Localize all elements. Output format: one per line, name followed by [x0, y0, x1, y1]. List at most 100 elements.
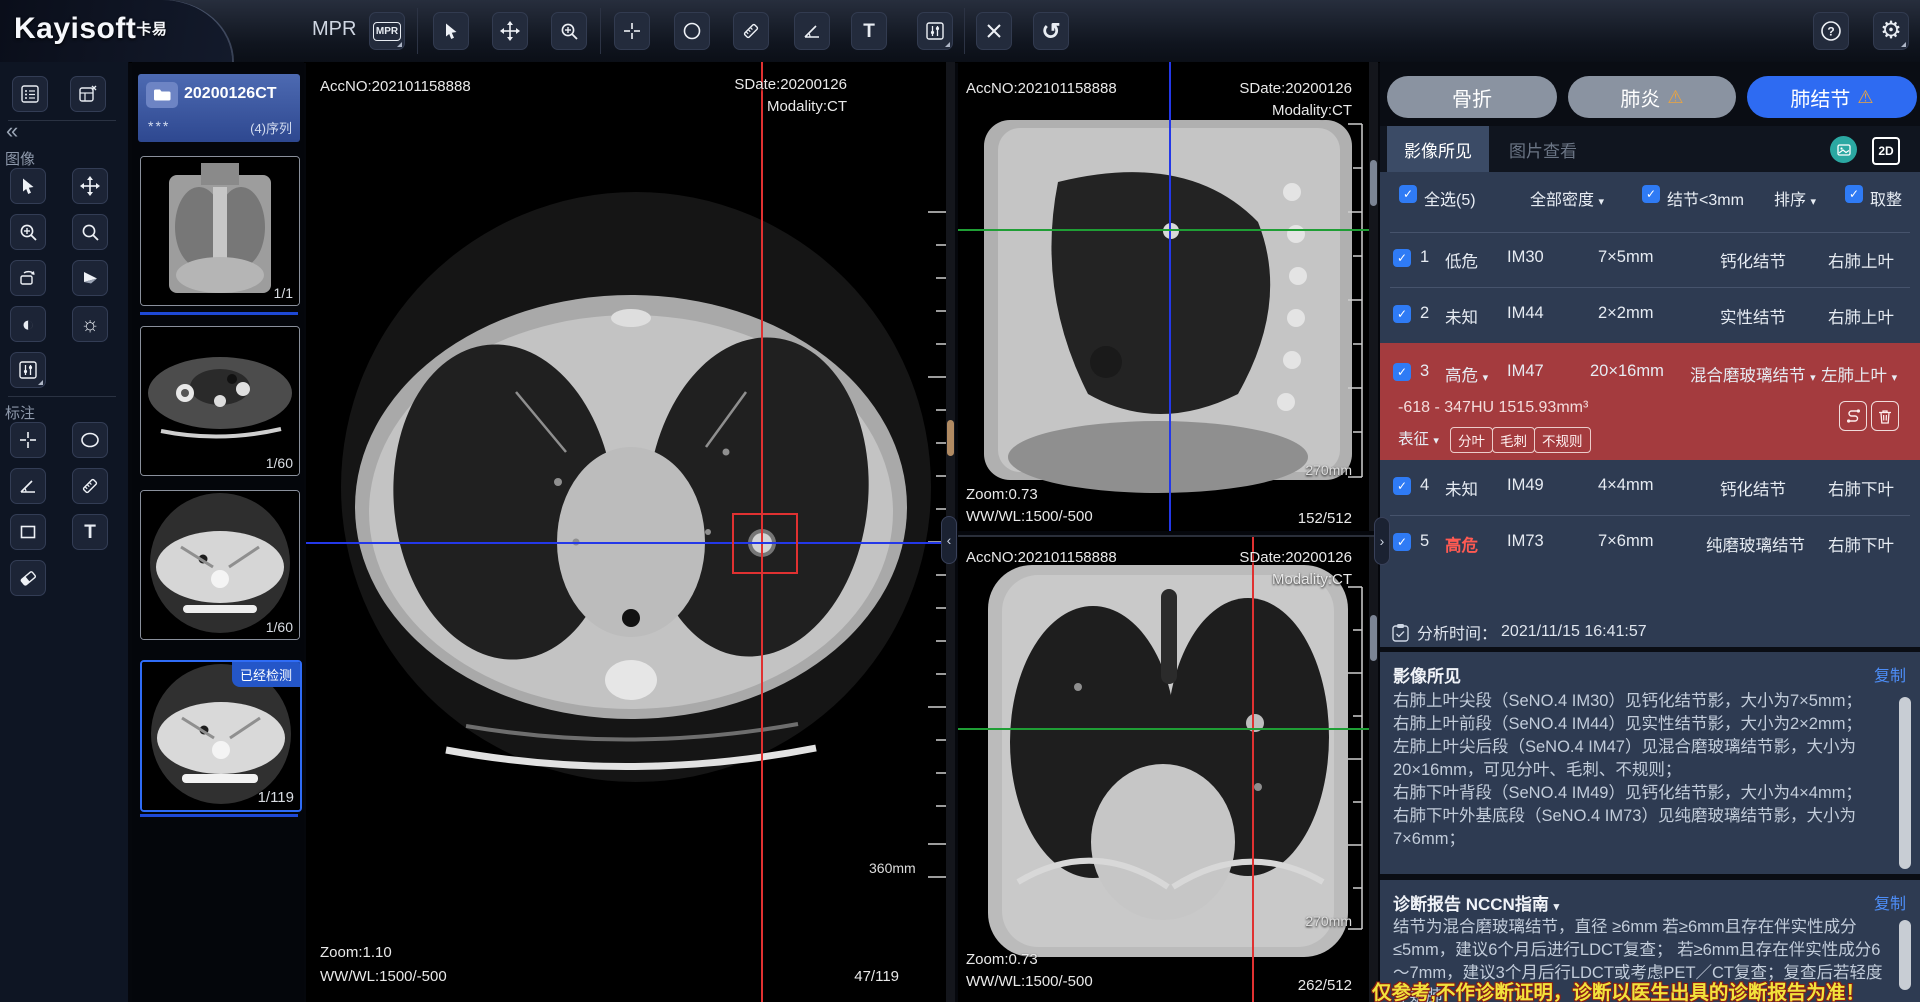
- collapse-viewport-handle[interactable]: ‹: [941, 516, 957, 564]
- expand-panel-handle[interactable]: ›: [1374, 517, 1390, 565]
- nodule-no: 5: [1420, 532, 1429, 551]
- feature-dropdown[interactable]: 表征 ▾: [1398, 427, 1439, 449]
- anno-crosshair-button[interactable]: [10, 422, 46, 458]
- nodule-location: 右肺上叶: [1828, 304, 1894, 328]
- nodule-roi-box[interactable]: [732, 513, 798, 574]
- findings-copy-link[interactable]: 复制: [1874, 662, 1906, 686]
- img-rotate-button[interactable]: [10, 260, 46, 296]
- tab-fracture[interactable]: 骨折: [1387, 76, 1557, 118]
- coronal-slice-scrollbar[interactable]: [1369, 537, 1378, 1002]
- finding-line: 右肺上叶尖段（SeNO.4 IM30）见钙化结节影，大小为7×5mm；: [1393, 690, 1885, 713]
- 2d-toggle-button[interactable]: 2D: [1872, 137, 1900, 165]
- img-window-level-button[interactable]: [10, 352, 46, 388]
- delete-annotation-button[interactable]: [976, 12, 1012, 50]
- nodule-row-4[interactable]: ✓ 4 未知 IM49 4×4mm 钙化结节 右肺下叶: [1380, 460, 1920, 515]
- nodule-size: 7×6mm: [1598, 532, 1653, 551]
- layout-close-button[interactable]: [70, 76, 106, 112]
- crosshair-tool-button[interactable]: [614, 12, 650, 50]
- small-nodule-label[interactable]: 结节<3mm: [1667, 186, 1744, 210]
- reset-button[interactable]: ↺: [1033, 12, 1069, 50]
- delete-nodule-button[interactable]: [1871, 401, 1899, 431]
- img-zoom-in-button[interactable]: [10, 214, 46, 250]
- round-checkbox[interactable]: ✓: [1845, 185, 1863, 203]
- coronal-slice-scroll-thumb[interactable]: [1370, 615, 1377, 661]
- text-tool-button[interactable]: T: [851, 12, 887, 50]
- nodule-row-5[interactable]: ✓ 5 高危 IM73 7×6mm 纯磨玻璃结节 右肺下叶: [1380, 516, 1920, 571]
- nodule-row-1[interactable]: ✓ 1 低危 IM30 7×5mm 钙化结节 右肺上叶: [1380, 232, 1920, 287]
- nodule-location-dropdown[interactable]: 左肺上叶 ▾: [1821, 362, 1897, 386]
- thumbnail-series-3[interactable]: 1/60: [140, 490, 300, 640]
- report-copy-link[interactable]: 复制: [1874, 890, 1906, 914]
- sagittal-ruler-label: 270mm: [1305, 462, 1352, 478]
- layout-close-icon: [78, 84, 98, 104]
- row-checkbox[interactable]: ✓: [1393, 249, 1411, 267]
- thumbnail-series-4-selected[interactable]: 已经检测 1/119: [140, 660, 302, 812]
- thumbnail-series-2[interactable]: 1/60: [140, 326, 300, 476]
- nodule-row-3-selected[interactable]: ✓ 3 高危 ▾ IM47 20×16mm 混合磨玻璃结节 ▾ 左肺上叶 ▾ -…: [1380, 343, 1920, 460]
- round-label[interactable]: 取整: [1870, 186, 1902, 210]
- thumbnail-scout[interactable]: 1/1: [140, 156, 300, 306]
- tab-pneumonia[interactable]: 肺炎 ⚠: [1568, 76, 1736, 118]
- report-scroll-thumb[interactable]: [1899, 920, 1911, 990]
- ruler-tool-button[interactable]: [733, 12, 769, 50]
- locate-nodule-button[interactable]: [1839, 401, 1867, 431]
- coronal-ct-image: [958, 537, 1378, 1002]
- img-play-button[interactable]: [72, 260, 108, 296]
- series-header[interactable]: 20200126CT *** (4)序列: [138, 74, 300, 142]
- circle-icon: [682, 21, 702, 41]
- finding-line: 右肺下叶背段（SeNO.4 IM49）见钙化结节影，大小为4×4mm；: [1393, 782, 1885, 805]
- mpr-layout-button[interactable]: MPR: [369, 12, 405, 50]
- nodule-type-dropdown[interactable]: 混合磨玻璃结节 ▾: [1690, 362, 1816, 386]
- caret-down-icon: ▾: [1892, 372, 1898, 384]
- axial-viewport[interactable]: AccNO:202101158888 SDate:20200126 Modali…: [306, 62, 955, 1002]
- help-button[interactable]: ?: [1813, 12, 1849, 50]
- density-filter-dropdown[interactable]: 全部密度 ▾: [1530, 186, 1604, 210]
- anno-ruler-button[interactable]: [72, 468, 108, 504]
- select-all-checkbox[interactable]: ✓: [1399, 185, 1417, 203]
- coronal-viewport[interactable]: AccNO:202101158888 SDate:20200126 Modali…: [958, 535, 1378, 1002]
- select-all-label[interactable]: 全选(5): [1424, 186, 1476, 210]
- subtab-image-view[interactable]: 图片查看: [1498, 126, 1588, 172]
- window-level-button[interactable]: [917, 12, 953, 50]
- settings-button[interactable]: ⚙: [1873, 12, 1909, 50]
- study-title: 20200126CT: [184, 85, 277, 103]
- row-checkbox[interactable]: ✓: [1393, 533, 1411, 551]
- report-image-button[interactable]: [1830, 136, 1857, 163]
- layout-list-button[interactable]: [12, 76, 48, 112]
- folder-button[interactable]: [146, 82, 178, 108]
- img-magnify-button[interactable]: [72, 214, 108, 250]
- angle-tool-button[interactable]: [794, 12, 830, 50]
- row-checkbox[interactable]: ✓: [1393, 363, 1411, 381]
- sagittal-slice-scroll-thumb[interactable]: [1370, 160, 1377, 206]
- anno-ellipse-button[interactable]: [72, 422, 108, 458]
- img-pointer-button[interactable]: [10, 168, 46, 204]
- img-invert-button[interactable]: ◐: [10, 306, 46, 342]
- row-checkbox[interactable]: ✓: [1393, 477, 1411, 495]
- pan-tool-button[interactable]: [492, 12, 528, 50]
- tab-lung-nodule-active[interactable]: 肺结节 ⚠: [1747, 76, 1917, 118]
- nodule-row-2[interactable]: ✓ 2 未知 IM44 2×2mm 实性结节 右肺上叶: [1380, 288, 1920, 343]
- img-brightness-button[interactable]: ☼: [72, 306, 108, 342]
- nodule-no: 3: [1420, 362, 1429, 381]
- report-title-dropdown[interactable]: 诊断报告 NCCN指南 ▾: [1393, 890, 1559, 915]
- ellipse-tool-button[interactable]: [674, 12, 710, 50]
- rectangle-icon: [19, 523, 37, 541]
- subtab-findings[interactable]: 影像所见: [1387, 126, 1489, 172]
- img-pan-button[interactable]: [72, 168, 108, 204]
- nodule-risk-dropdown[interactable]: 高危 ▾: [1445, 362, 1488, 386]
- collapse-panel-button[interactable]: «: [6, 118, 18, 144]
- sagittal-viewport[interactable]: AccNO:202101158888 SDate:20200126 Modali…: [958, 62, 1378, 531]
- anno-rect-button[interactable]: [10, 514, 46, 550]
- axial-slice-scroll-thumb[interactable]: [947, 420, 954, 456]
- pointer-tool-button[interactable]: [433, 12, 469, 50]
- sort-dropdown[interactable]: 排序 ▾: [1774, 186, 1816, 210]
- anno-angle-button[interactable]: [10, 468, 46, 504]
- sidebar-divider: [8, 120, 116, 121]
- zoom-tool-button[interactable]: [551, 12, 587, 50]
- sagittal-slice-scrollbar[interactable]: [1369, 62, 1378, 531]
- anno-text-button[interactable]: T: [72, 514, 108, 550]
- small-nodule-checkbox[interactable]: ✓: [1642, 185, 1660, 203]
- row-checkbox[interactable]: ✓: [1393, 305, 1411, 323]
- anno-eraser-button[interactable]: [10, 560, 46, 596]
- findings-scroll-thumb[interactable]: [1899, 697, 1911, 869]
